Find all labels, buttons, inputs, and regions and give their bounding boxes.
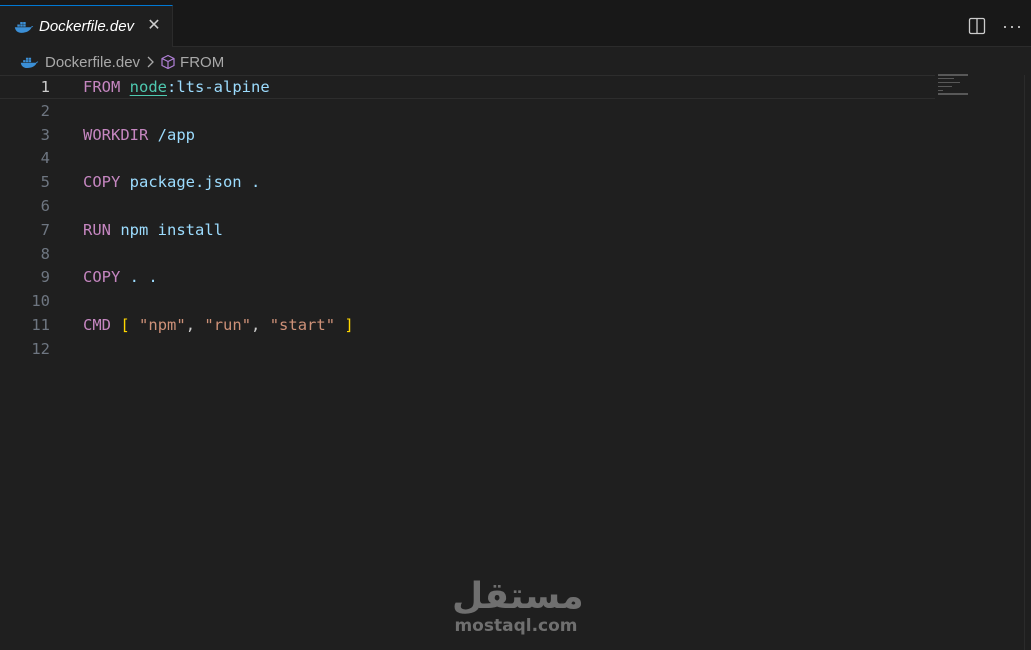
watermark-logo: مستقل mostaql.com	[452, 576, 584, 637]
tab-title: Dockerfile.dev	[39, 18, 135, 35]
line-code: RUN npm install	[83, 218, 223, 242]
code-token: COPY	[83, 268, 121, 287]
code-token: node	[129, 78, 167, 96]
line-number: 12	[31, 339, 50, 358]
watermark-arabic: مستقل	[452, 576, 584, 617]
line-number: 11	[31, 316, 50, 334]
chevron-right-icon	[147, 56, 154, 68]
line-code: COPY package.json .	[83, 170, 260, 194]
code-token: . .	[120, 268, 158, 287]
line-number: 6	[40, 197, 50, 215]
code-token: "run"	[204, 316, 252, 334]
code-token: ,	[185, 316, 205, 334]
code-line[interactable]: 1 FROM node:lts-alpine	[0, 75, 935, 99]
code-line[interactable]: 4	[0, 146, 935, 170]
code-token: "start"	[269, 316, 336, 334]
code-line[interactable]: 7 RUN npm install	[0, 218, 935, 242]
line-number: 1	[40, 78, 50, 96]
breadcrumb-file[interactable]: Dockerfile.dev	[45, 54, 140, 71]
more-actions-icon[interactable]: ···	[1002, 17, 1023, 35]
code-line[interactable]: 6	[0, 194, 935, 218]
editor-actions: ···	[968, 5, 1031, 47]
code-token: package.json .	[120, 173, 261, 192]
line-code: FROM node:lts-alpine	[83, 76, 270, 98]
line-number: 3	[40, 125, 50, 144]
code-line[interactable]: 3 WORKDIR /app	[0, 123, 935, 147]
code-token: :lts-alpine	[167, 78, 270, 96]
code-token: WORKDIR	[83, 125, 149, 144]
code-line[interactable]: 12	[0, 337, 935, 361]
code-token: /app	[148, 125, 195, 144]
line-code: CMD [ "npm", "run", "start" ]	[83, 313, 354, 337]
code-token: RUN	[83, 220, 111, 239]
vertical-scrollbar-track[interactable]	[1024, 75, 1025, 650]
code-line[interactable]: 8	[0, 242, 935, 266]
code-token: ]	[344, 316, 354, 334]
code-editor[interactable]: 1 FROM node:lts-alpine 2 3 WORKDIR /app 4 5 COP…	[0, 75, 1031, 650]
code-token: COPY	[83, 173, 121, 192]
line-number: 8	[40, 244, 50, 263]
code-token: FROM	[83, 78, 121, 96]
symbol-cube-icon	[161, 54, 175, 70]
close-icon[interactable]: ✕	[146, 18, 162, 34]
code-line[interactable]: 9 COPY . .	[0, 265, 935, 289]
line-number: 10	[31, 292, 50, 311]
code-token: npm install	[111, 220, 223, 239]
line-number: 9	[40, 268, 50, 287]
docker-whale-icon	[20, 57, 39, 68]
line-number: 4	[40, 149, 50, 168]
code-line[interactable]: 10	[0, 289, 935, 313]
watermark-latin: mostaql.com	[454, 616, 578, 636]
code-token: CMD	[83, 316, 111, 334]
code-line[interactable]: 11 CMD [ "npm", "run", "start" ]	[0, 313, 935, 337]
line-number: 7	[40, 220, 50, 239]
line-code: COPY . .	[83, 265, 158, 289]
minimap[interactable]	[938, 74, 978, 104]
breadcrumb-symbol[interactable]: FROM	[180, 54, 224, 71]
tab-dockerfile-dev[interactable]: Dockerfile.dev ✕	[0, 5, 173, 47]
breadcrumb: Dockerfile.dev FROM	[0, 48, 1031, 76]
code-line[interactable]: 2	[0, 99, 935, 123]
line-number: 5	[40, 173, 50, 192]
line-number: 2	[40, 101, 50, 120]
code-token: "npm"	[139, 316, 186, 334]
docker-whale-icon	[14, 21, 34, 33]
split-editor-icon[interactable]	[968, 17, 986, 35]
code-line[interactable]: 5 COPY package.json .	[0, 170, 935, 194]
line-code: WORKDIR /app	[83, 123, 195, 147]
code-token: ,	[251, 316, 270, 334]
editor-tab-bar: Dockerfile.dev ✕ ···	[0, 5, 1031, 47]
code-token: [	[120, 316, 130, 334]
